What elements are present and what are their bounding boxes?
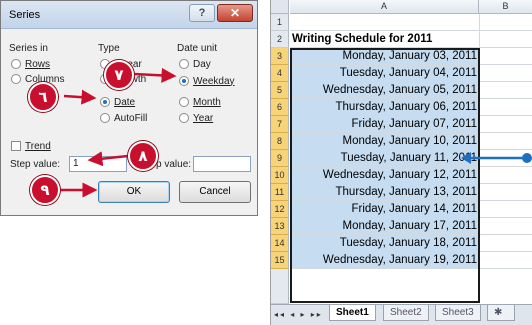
row-header[interactable]: 2: [271, 31, 289, 48]
row-header[interactable]: 6: [271, 99, 289, 116]
row-header[interactable]: 7: [271, 116, 289, 133]
cell-b[interactable]: [479, 65, 532, 82]
selection-range-border: [290, 48, 480, 303]
arrow-to-weekday: [133, 67, 177, 83]
cell-a1[interactable]: [290, 14, 479, 31]
step-8-badge: ٨: [128, 141, 158, 171]
cell-a2-title[interactable]: Writing Schedule for 2011: [290, 31, 479, 48]
row-header[interactable]: 14: [271, 235, 289, 252]
cell-b[interactable]: [479, 252, 532, 269]
sheet-tab-bar: ◂◂ ◂ ▸ ▸▸ Sheet1 Sheet2 Sheet3 ✱: [271, 304, 532, 325]
step-7-badge: ٧: [104, 60, 134, 90]
cell-b1[interactable]: [479, 14, 532, 31]
tab-sheet1[interactable]: Sheet1: [329, 305, 376, 321]
tab-sheet2[interactable]: Sheet2: [383, 305, 429, 321]
tab-sheet3[interactable]: Sheet3: [435, 305, 481, 321]
cell-b[interactable]: [479, 116, 532, 133]
arrow-to-step-value: [87, 151, 129, 167]
row-header[interactable]: 12: [271, 201, 289, 218]
cell-b[interactable]: [479, 99, 532, 116]
step-9-badge: ٩: [30, 175, 60, 205]
cell-b[interactable]: [479, 82, 532, 99]
cell-b[interactable]: [479, 167, 532, 184]
row-header[interactable]: 4: [271, 65, 289, 82]
arrow-to-date: [63, 89, 97, 105]
select-all-corner[interactable]: [271, 0, 289, 14]
cell-b[interactable]: [479, 235, 532, 252]
cell-b[interactable]: [479, 201, 532, 218]
cell-b2[interactable]: [479, 31, 532, 48]
row-header[interactable]: 5: [271, 82, 289, 99]
cell-b[interactable]: [479, 184, 532, 201]
cell-b[interactable]: [479, 48, 532, 65]
row-header[interactable]: 3: [271, 48, 289, 65]
row-header[interactable]: 13: [271, 218, 289, 235]
row-header[interactable]: 9: [271, 150, 289, 167]
spreadsheet: A B 1 2 Writing Schedule for 2011 3 Mond…: [270, 0, 532, 325]
column-header-b[interactable]: B: [479, 0, 532, 14]
pointer-dot: [522, 153, 532, 163]
row-header[interactable]: 15: [271, 252, 289, 269]
column-header-a[interactable]: A: [290, 0, 479, 14]
sheet-nav-buttons[interactable]: ◂◂ ◂ ▸ ▸▸: [274, 310, 323, 319]
insert-sheet-icon: ✱: [494, 307, 503, 318]
cell-b[interactable]: [479, 218, 532, 235]
row-header[interactable]: 1: [271, 14, 289, 31]
pointer-head: [461, 152, 471, 164]
row-header[interactable]: 11: [271, 184, 289, 201]
pointer-arrow: [461, 152, 532, 164]
row-header[interactable]: 8: [271, 133, 289, 150]
row-header-filler: [271, 269, 289, 304]
insert-sheet-tab[interactable]: ✱: [487, 305, 515, 321]
row-header[interactable]: 10: [271, 167, 289, 184]
step-6-badge: ٦: [28, 82, 58, 112]
